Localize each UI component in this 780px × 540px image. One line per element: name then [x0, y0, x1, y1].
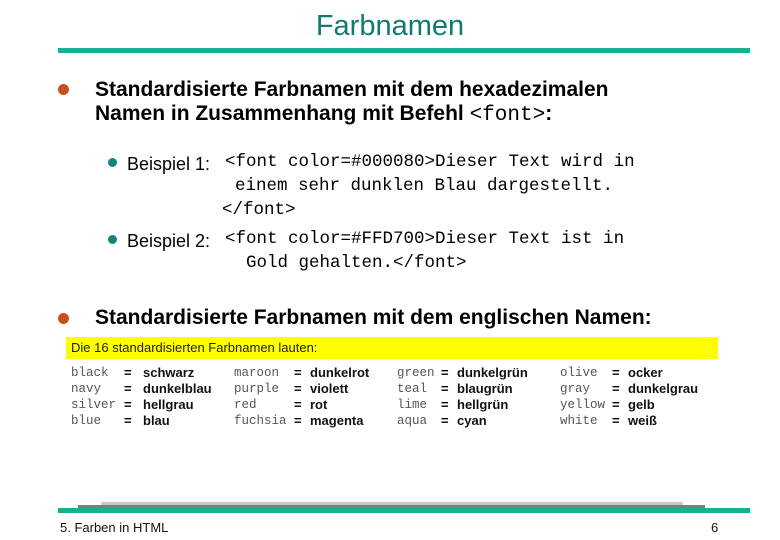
english-name: teal — [397, 382, 428, 396]
german-name: gelb — [628, 397, 655, 412]
english-name: purple — [234, 382, 280, 396]
bullet-1-text: Namen in Zusammenhang mit Befehl — [95, 102, 470, 125]
equals-sign: = — [124, 413, 132, 428]
german-name: hellgrau — [143, 397, 194, 412]
colon: : — [545, 102, 553, 125]
example-1-code-line-3: </font> — [222, 200, 296, 220]
german-name: weiß — [628, 413, 657, 428]
english-name: yellow — [560, 398, 606, 412]
equals-sign: = — [441, 381, 449, 396]
equals-sign: = — [612, 397, 620, 412]
example-2-code-line-1: <font color=#FFD700>Dieser Text ist in — [225, 229, 625, 249]
bullet-1-line-1: Standardisierte Farbnamen mit dem hexade… — [95, 78, 609, 101]
english-name: green — [397, 366, 435, 380]
bullet-1-line-2: Namen in Zusammenhang mit Befehl <font>: — [95, 102, 552, 128]
german-name: schwarz — [143, 365, 195, 380]
example-2-code-line-2: Gold gehalten.</font> — [246, 253, 467, 273]
equals-sign: = — [612, 365, 620, 380]
english-name: blue — [71, 414, 102, 428]
color-table-heading-bar: Die 16 standardisierten Farbnamen lauten… — [66, 337, 718, 359]
bullet-icon — [58, 313, 69, 324]
english-name: aqua — [397, 414, 428, 428]
equals-sign: = — [612, 381, 620, 396]
german-name: violett — [310, 381, 349, 396]
german-name: dunkelgrün — [457, 365, 528, 380]
german-name: blaugrün — [457, 381, 513, 396]
german-name: blau — [143, 413, 170, 428]
equals-sign: = — [124, 397, 132, 412]
footer-divider — [58, 508, 750, 513]
german-name: hellgrün — [457, 397, 509, 412]
german-name: dunkelblau — [143, 381, 212, 396]
english-name: fuchsia — [234, 414, 287, 428]
equals-sign: = — [294, 397, 302, 412]
english-name: lime — [397, 398, 428, 412]
color-table-heading: Die 16 standardisierten Farbnamen lauten… — [71, 340, 318, 355]
title-divider — [58, 48, 750, 53]
slide-title: Farbnamen — [315, 10, 465, 42]
font-tag-code: <font> — [469, 104, 546, 127]
equals-sign: = — [124, 365, 132, 380]
equals-sign: = — [612, 413, 620, 428]
equals-sign: = — [124, 381, 132, 396]
english-name: black — [71, 366, 109, 380]
german-name: dunkelgrau — [628, 381, 699, 396]
english-name: red — [234, 398, 257, 412]
example-1-label: Beispiel 1: — [127, 154, 211, 174]
footer-section-title: 5. Farben in HTML — [60, 520, 169, 535]
equals-sign: = — [294, 413, 302, 428]
page-number: 6 — [711, 520, 719, 535]
bullet-icon — [58, 84, 69, 95]
english-name: navy — [71, 382, 102, 396]
bullet-2-line-1: Standardisierte Farbnamen mit dem englis… — [95, 306, 652, 329]
german-name: cyan — [457, 413, 487, 428]
example-2-label: Beispiel 2: — [127, 231, 211, 251]
german-name: magenta — [310, 413, 364, 428]
equals-sign: = — [441, 413, 449, 428]
german-name: ocker — [628, 365, 663, 380]
english-name: gray — [560, 382, 591, 396]
equals-sign: = — [294, 381, 302, 396]
equals-sign: = — [441, 397, 449, 412]
english-name: olive — [560, 366, 598, 380]
equals-sign: = — [294, 365, 302, 380]
english-name: maroon — [234, 366, 280, 380]
german-name: dunkelrot — [310, 365, 370, 380]
example-1-code-line-1: <font color=#000080>Dieser Text wird in — [225, 152, 635, 172]
sub-bullet-icon — [108, 235, 117, 244]
equals-sign: = — [441, 365, 449, 380]
sub-bullet-icon — [108, 158, 117, 167]
german-name: rot — [310, 397, 328, 412]
english-name: white — [560, 414, 598, 428]
english-name: silver — [71, 398, 117, 412]
example-1-code-line-2: einem sehr dunklen Blau dargestellt. — [235, 176, 614, 196]
